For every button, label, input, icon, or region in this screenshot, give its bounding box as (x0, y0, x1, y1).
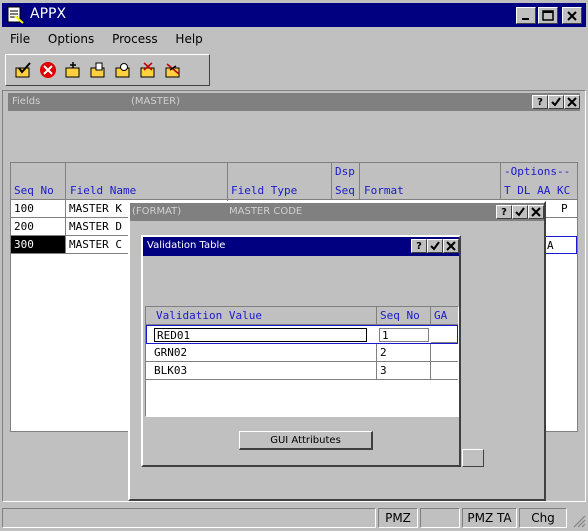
col-format: Format (360, 163, 501, 200)
delete-icon[interactable] (137, 59, 159, 81)
val-row-1-ga[interactable] (431, 326, 457, 343)
add-icon[interactable] (62, 59, 84, 81)
maximize-button[interactable] (538, 7, 558, 24)
close-button[interactable] (562, 7, 582, 24)
change-icon[interactable] (87, 59, 109, 81)
col-seq-no-label: Seq No (14, 184, 54, 197)
validation-titlebar: Validation Table ? (143, 237, 459, 256)
menu-bar: File Options Process Help (10, 32, 217, 48)
seq-no-input[interactable]: 1 (379, 328, 429, 342)
val-row-3-value[interactable]: BLK03 (146, 362, 377, 380)
col-val-seq-no: Seq No (377, 307, 431, 325)
validation-window: Validation Table ? Validation Value Seq … (141, 235, 461, 467)
col-field-name: Field Name (66, 163, 228, 200)
col-field-name-label: Field Name (70, 184, 137, 197)
col-options-label: -Options-- (504, 165, 571, 178)
val-row-2-value[interactable]: GRN02 (146, 344, 377, 362)
check-icon[interactable] (548, 95, 564, 109)
status-pmz-ta-label: PMZ TA (467, 511, 512, 525)
col-opt-codes-label: T DL AA KC (504, 184, 571, 197)
status-seg-3 (420, 508, 460, 528)
val-row-2-ga[interactable] (431, 344, 458, 362)
status-seg-1 (2, 508, 376, 528)
app-icon (6, 6, 24, 24)
val-row-3-seq[interactable]: 3 (377, 362, 431, 380)
col-options: -Options-- T DL AA KC (501, 163, 577, 200)
app-titlebar: APPX (2, 3, 586, 27)
fields-title: Fields (12, 96, 41, 107)
status-pmz-ta: PMZ TA (462, 508, 517, 528)
help-icon[interactable]: ? (496, 205, 512, 219)
col-field-type: Field Type (228, 163, 332, 200)
row-2-seq[interactable]: 200 (11, 218, 66, 236)
check-icon[interactable] (427, 239, 443, 253)
status-bar: PMZ PMZ TA Chg (0, 506, 588, 530)
format-title: (FORMAT) (132, 206, 182, 217)
close-icon[interactable] (564, 95, 580, 109)
col-dsp-seq: Dsp Seq (332, 163, 360, 200)
col-format-label: Format (364, 184, 404, 197)
row-1-seq[interactable]: 100 (11, 200, 66, 218)
row-3-seq[interactable]: 300 (11, 236, 66, 254)
col-seq-label: Seq (335, 184, 355, 197)
menu-help[interactable]: Help (175, 32, 202, 46)
help-icon[interactable]: ? (532, 95, 548, 109)
validation-title: Validation Table (147, 240, 226, 251)
cancel-icon[interactable] (37, 59, 59, 81)
format-button-stub[interactable] (462, 449, 484, 467)
col-seq-no: Seq No (11, 163, 66, 200)
format-subtitle: MASTER CODE (229, 206, 303, 217)
list-icon[interactable] (162, 59, 184, 81)
close-icon[interactable] (528, 205, 544, 219)
close-icon[interactable] (443, 239, 459, 253)
col-field-type-label: Field Type (231, 184, 298, 197)
col-validation-value: Validation Value (146, 307, 377, 325)
fields-titlebar: Fields (MASTER) ? (8, 93, 580, 111)
validation-value-input[interactable]: RED01 (154, 328, 367, 342)
inquire-icon[interactable] (112, 59, 134, 81)
check-icon[interactable] (512, 205, 528, 219)
minimize-button[interactable] (516, 7, 536, 24)
resize-grip-icon[interactable] (570, 512, 586, 528)
fields-subtitle: (MASTER) (131, 96, 180, 107)
format-titlebar: (FORMAT) MASTER CODE ? (130, 203, 544, 221)
status-pmz-label: PMZ (385, 511, 411, 525)
toolbar (5, 54, 210, 86)
ok-icon[interactable] (12, 59, 34, 81)
menu-file[interactable]: File (10, 32, 30, 46)
app-title: APPX (30, 6, 67, 22)
col-ga: GA (431, 307, 458, 325)
menu-process[interactable]: Process (112, 32, 158, 46)
menu-options[interactable]: Options (48, 32, 94, 46)
val-row-2-seq[interactable]: 2 (377, 344, 431, 362)
gui-attributes-label: GUI Attributes (270, 434, 341, 446)
val-row-3-ga[interactable] (431, 362, 458, 380)
status-chg: Chg (519, 508, 567, 528)
help-icon[interactable]: ? (411, 239, 427, 253)
gui-attributes-button[interactable]: GUI Attributes (239, 431, 373, 450)
status-chg-label: Chg (531, 511, 555, 525)
validation-grid: Validation Value Seq No GA RED01 1 GRN02… (145, 306, 459, 417)
col-dsp-label: Dsp (335, 165, 355, 178)
status-pmz: PMZ (378, 508, 418, 528)
